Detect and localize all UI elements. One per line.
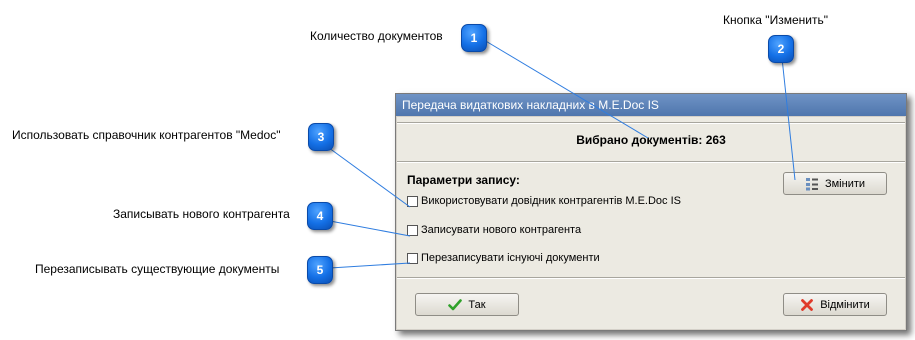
- option-write-new-counterparty[interactable]: Записувати нового контрагента: [407, 223, 581, 237]
- change-button[interactable]: Змінити: [783, 172, 887, 195]
- overwrite-documents-label: Перезаписувати існуючі документи: [421, 252, 600, 264]
- callout-label-3: Использовать справочник контрагентов "Me…: [12, 128, 281, 142]
- transfer-dialog: Передача видаткових накладних в M.E.Doc …: [395, 93, 907, 331]
- callout-badge-3: 3: [308, 123, 334, 151]
- callout-badge-5: 5: [307, 256, 333, 284]
- option-use-directory[interactable]: Використовувати довідник контрагентів M.…: [407, 194, 681, 208]
- callout-label-1: Количество документов: [310, 29, 443, 43]
- list-edit-icon: [805, 177, 819, 191]
- callout-label-4: Записывать нового контрагента: [113, 207, 290, 221]
- bottom-separator: [397, 277, 905, 279]
- callout-badge-4: 4: [307, 202, 333, 230]
- checkmark-icon: [448, 298, 463, 312]
- close-icon: [800, 298, 814, 312]
- callout-label-2: Кнопка "Изменить": [723, 13, 828, 27]
- dialog-body: Вибрано документів: 263 Параметри запису…: [397, 117, 905, 329]
- dialog-title[interactable]: Передача видаткових накладних в M.E.Doc …: [396, 94, 906, 116]
- use-directory-label: Використовувати довідник контрагентів M.…: [421, 195, 681, 207]
- ok-button-label: Так: [468, 298, 486, 311]
- cancel-button[interactable]: Відмінити: [783, 293, 887, 316]
- change-button-label: Змінити: [824, 177, 866, 190]
- option-overwrite-documents[interactable]: Перезаписувати існуючі документи: [407, 251, 600, 265]
- write-new-counterparty-label: Записувати нового контрагента: [421, 224, 582, 236]
- params-title: Параметри запису:: [407, 173, 520, 187]
- callout-badge-2: 2: [768, 35, 794, 63]
- write-new-counterparty-checkbox[interactable]: [407, 224, 418, 236]
- ok-button[interactable]: Так: [415, 293, 519, 316]
- top-separator: [397, 122, 905, 124]
- selected-documents-count: Вибрано документів: 263: [576, 133, 726, 147]
- callout-label-5: Перезаписывать существующие документы: [35, 262, 280, 276]
- callout-badge-1: 1: [461, 24, 487, 52]
- middle-separator: [397, 161, 905, 163]
- overwrite-documents-checkbox[interactable]: [407, 252, 418, 264]
- cancel-button-label: Відмінити: [820, 298, 870, 311]
- use-directory-checkbox[interactable]: [407, 195, 418, 207]
